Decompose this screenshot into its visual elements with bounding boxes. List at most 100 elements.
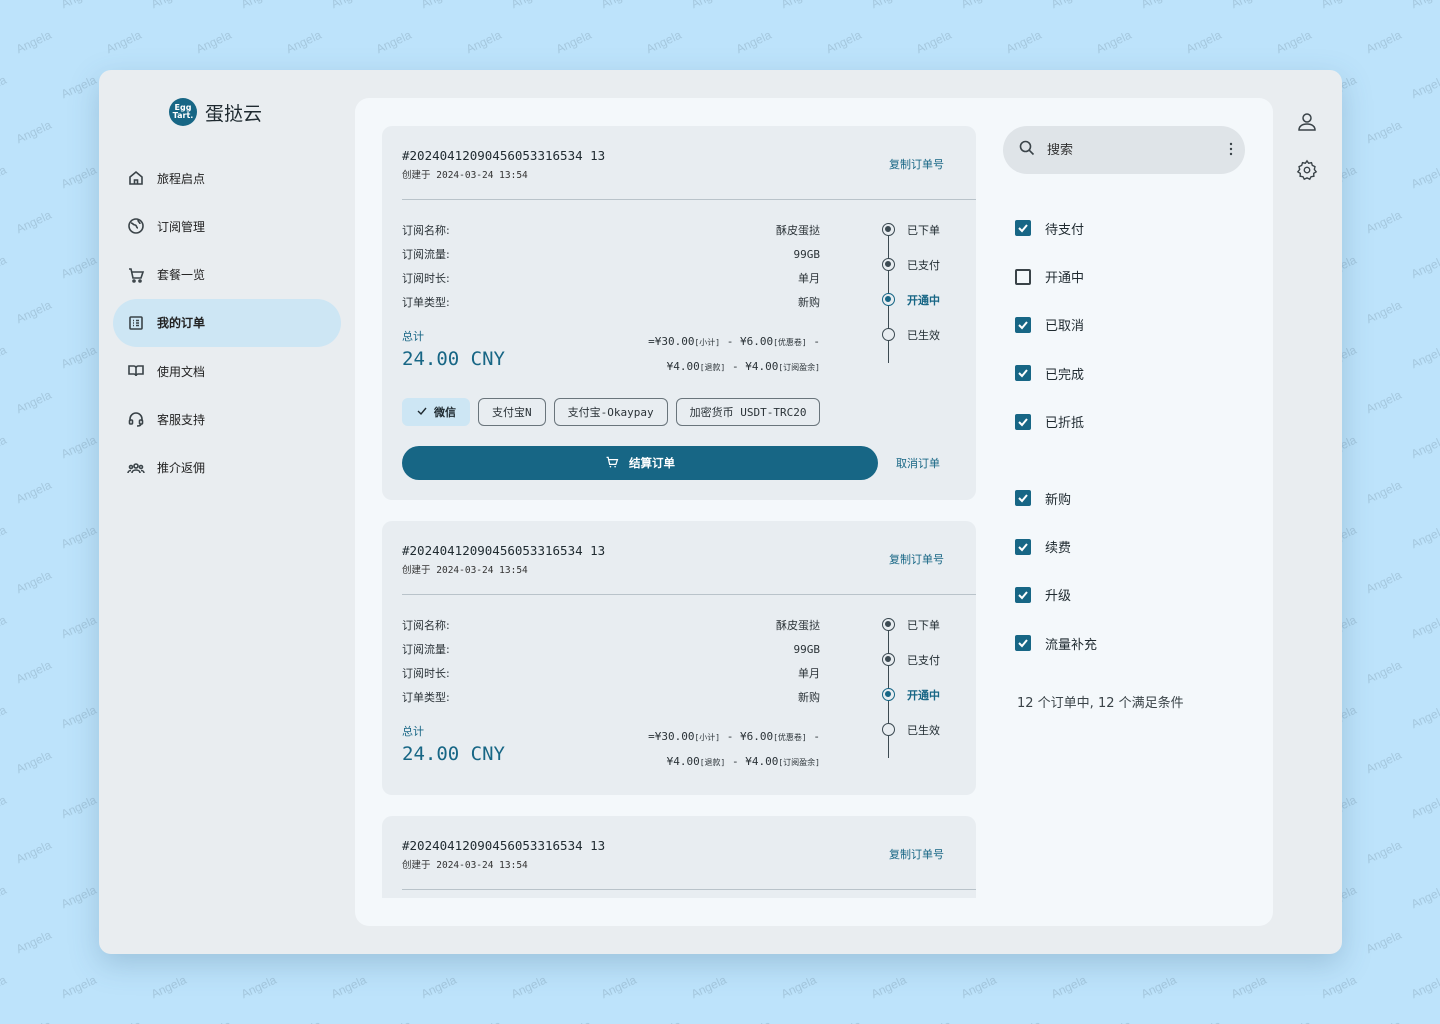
filter-filters_status-0[interactable]: 待支付 (1015, 204, 1255, 252)
copy-order-id-button[interactable]: 复制订单号 (889, 551, 944, 567)
checkbox-icon[interactable] (1015, 538, 1031, 555)
price-breakdown: =¥30.00[小计] - ¥6.00[优惠卷] - ¥4.00[退款] - ¥… (648, 335, 820, 373)
watermark-text: Angela (1229, 0, 1269, 11)
brand[interactable]: Egg Tart. 蛋挞云 (169, 98, 262, 126)
copy-order-id-button[interactable]: 复制订单号 (889, 156, 944, 172)
watermark-text: Angela (13, 27, 54, 57)
divider (402, 199, 976, 200)
cancel-order-button[interactable]: 取消订单 (896, 455, 940, 471)
sidebar-item-3[interactable]: 我的订单 (113, 298, 341, 347)
sidebar-item-label: 我的订单 (157, 316, 206, 331)
watermark-text: Angela (103, 27, 144, 57)
sidebar-item-5[interactable]: 客服支持 (113, 395, 341, 443)
watermark-text: Angela (13, 567, 54, 597)
filter-filters_type-0[interactable]: 新购 (1015, 474, 1255, 522)
watermark-text: Angela (1408, 432, 1440, 462)
sidebar-item-label: 推介返佣 (157, 461, 206, 476)
checkbox-icon[interactable] (1015, 316, 1031, 333)
checkbox-icon[interactable] (1015, 268, 1031, 285)
sidebar-item-0[interactable]: 旅程启点 (113, 154, 341, 202)
checkbox-icon[interactable] (1015, 220, 1031, 237)
watermark-text: Angela (1318, 972, 1359, 1002)
watermark-text: Angela (58, 342, 99, 372)
copy-order-id-button[interactable]: 复制订单号 (889, 846, 944, 862)
order-id: #20240412090456053316534 13 (402, 838, 606, 853)
filter-filters_status-2[interactable]: 已取消 (1015, 301, 1255, 349)
watermark-text: Angela (1408, 342, 1440, 372)
watermark-text: Angela (0, 792, 9, 822)
watermark-text: Angela (58, 252, 99, 282)
order-info: 订阅名称: 酥皮蛋挞 订阅流量: 99GB 订阅时长: 单月 订单类型: 新购 总计 24.0… (402, 218, 820, 380)
filter-filters_status-3[interactable]: 已完成 (1015, 349, 1255, 397)
filter-filters_type-1[interactable]: 续费 (1015, 522, 1255, 570)
watermark-text: Angela (869, 0, 909, 11)
payment-chip[interactable]: 加密货币 USDT-TRC20 (675, 398, 821, 426)
payment-chip[interactable]: 支付宝N (478, 398, 546, 426)
watermark-text: Angela (1363, 747, 1404, 777)
search-bar[interactable] (1003, 126, 1245, 174)
sidebar-item-label: 客服支持 (157, 412, 206, 427)
watermark-text: Angela (959, 0, 999, 11)
main-panel: #20240412090456053316534 13 创建于 2024-03-… (355, 98, 1273, 926)
checkbox-icon[interactable] (1015, 490, 1031, 507)
watermark-text: Angela (823, 27, 864, 57)
payment-chip[interactable]: 支付宝-Okaypay (553, 398, 668, 426)
watermark-text: Angela (1048, 972, 1089, 1002)
watermark-text: Angela (913, 27, 954, 57)
watermark-text: Angela (238, 972, 279, 1002)
watermark-text: Angela (1409, 0, 1440, 11)
eggtart-logo-icon: Egg Tart. (169, 98, 197, 126)
watermark-text: Angela (734, 1018, 774, 1024)
watermark-text: Angela (1049, 0, 1089, 11)
watermark-text: Angela (1408, 972, 1440, 1002)
checkbox-icon[interactable] (1015, 586, 1031, 603)
watermark-text: Angela (13, 837, 54, 867)
sidebar-item-label: 订阅管理 (157, 219, 206, 234)
payment-methods: 微信 支付宝N 支付宝-Okaypay 加密货币 USDT-TRC20 (402, 398, 956, 426)
checkbox-icon[interactable] (1015, 365, 1031, 382)
watermark-text: Angela (58, 972, 99, 1002)
info-row: 订阅名称: 酥皮蛋挞 (402, 224, 820, 237)
watermark-text: Angela (688, 972, 729, 1002)
filter-filters_type-3[interactable]: 流量补充 (1015, 619, 1255, 667)
watermark-text: Angela (0, 612, 9, 642)
book-icon (127, 362, 145, 380)
sidebar-item-6[interactable]: 推介返佣 (113, 444, 341, 492)
watermark-text: Angela (1363, 657, 1404, 687)
watermark-text: Angela (1408, 702, 1440, 732)
checkout-button[interactable]: 结算订单 (402, 446, 878, 480)
sidebar-item-1[interactable]: 订阅管理 (113, 202, 341, 250)
more-vert-icon[interactable] (1229, 141, 1233, 160)
sidebar-item-4[interactable]: 使用文档 (113, 347, 341, 395)
order-list[interactable]: #20240412090456053316534 13 创建于 2024-03-… (382, 126, 976, 898)
filter-filters_type-2[interactable]: 升级 (1015, 571, 1255, 619)
watermark-text: Angela (418, 972, 459, 1002)
total-label: 总计 (402, 725, 424, 738)
filter-filters_status-1[interactable]: 开通中 (1015, 252, 1255, 300)
sidebar-item-2[interactable]: 套餐一览 (113, 251, 341, 299)
filter-filters_status-4[interactable]: 已折抵 (1015, 398, 1255, 446)
watermark-text: Angela (1363, 477, 1404, 507)
watermark-text: Angela (14, 1018, 54, 1024)
watermark-text: Angela (13, 477, 54, 507)
cart-icon (605, 455, 619, 472)
watermark-text: Angela (58, 72, 99, 102)
watermark-text: Angela (824, 1018, 864, 1024)
watermark-text: Angela (508, 972, 549, 1002)
user-icon[interactable] (1296, 111, 1318, 133)
sidebar-item-label: 旅程启点 (157, 171, 206, 186)
gear-icon[interactable] (1296, 159, 1318, 181)
watermark-text: Angela (1363, 837, 1404, 867)
search-icon (1019, 140, 1035, 160)
watermark-text: Angela (1408, 72, 1440, 102)
watermark-text: Angela (328, 972, 369, 1002)
watermark-text: Angela (0, 882, 9, 912)
checkbox-icon[interactable] (1015, 635, 1031, 652)
watermark-text: Angela (1363, 27, 1404, 57)
payment-chip[interactable]: 微信 (402, 398, 470, 426)
watermark-text: Angela (284, 1018, 324, 1024)
watermark-text: Angela (104, 1018, 144, 1024)
watermark-text: Angela (0, 252, 9, 282)
search-input[interactable] (1047, 142, 1217, 158)
checkbox-icon[interactable] (1015, 413, 1031, 430)
